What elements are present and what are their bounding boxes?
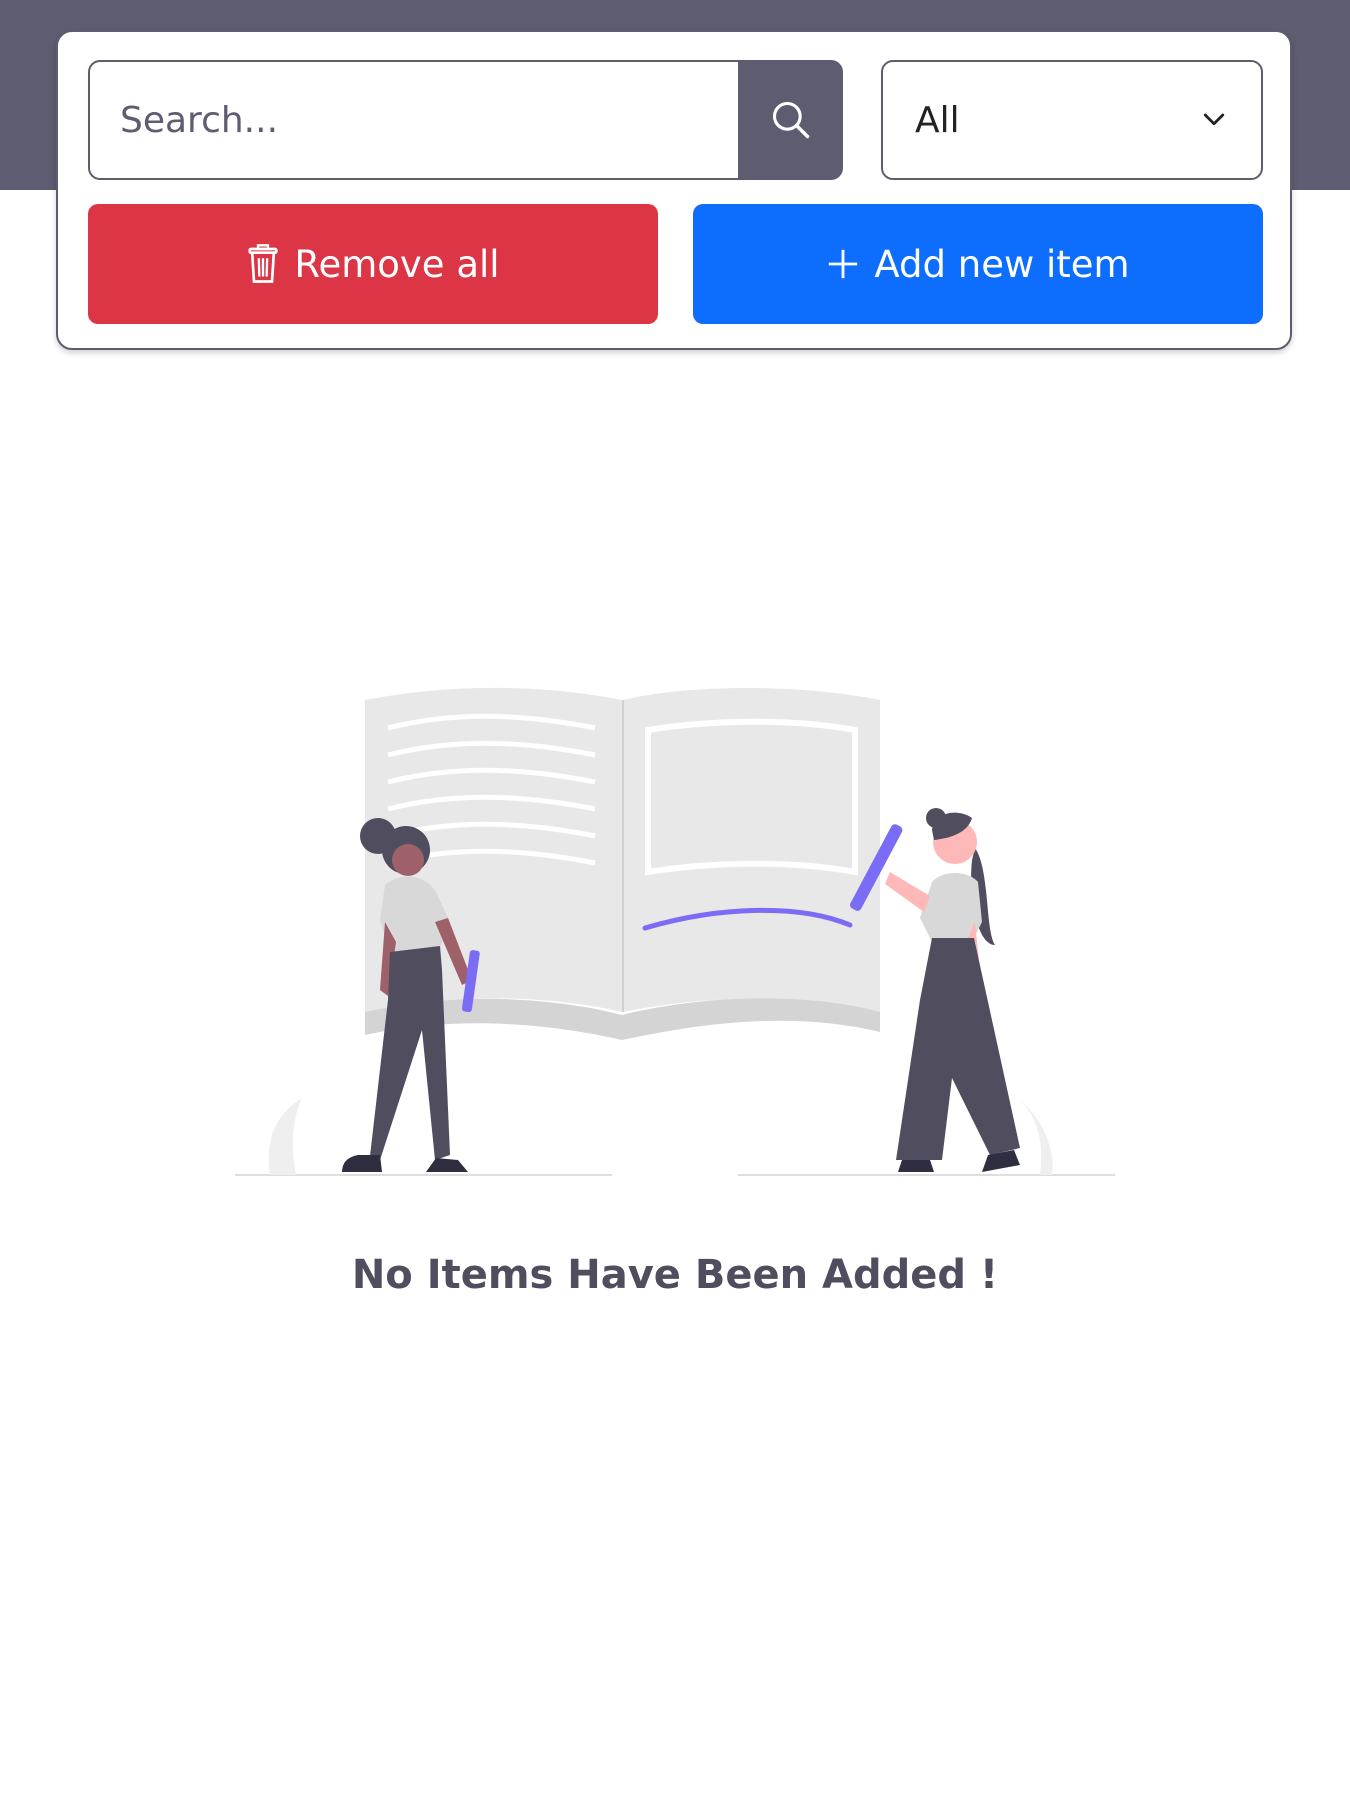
filter-selected-value: All	[915, 99, 960, 141]
chevron-down-icon	[1203, 113, 1225, 126]
search-button[interactable]	[738, 60, 843, 180]
toolbar-panel: All Remove all Add new item	[56, 30, 1292, 350]
search-group	[88, 60, 843, 180]
empty-state-message: No Items Have Been Added !	[351, 1252, 999, 1298]
filter-select[interactable]: All	[881, 60, 1263, 180]
remove-all-label: Remove all	[294, 242, 500, 286]
search-input[interactable]	[88, 60, 738, 180]
search-icon	[772, 101, 809, 139]
empty-state-illustration	[235, 687, 1115, 1176]
trash-icon	[248, 244, 279, 283]
remove-all-button[interactable]: Remove all	[88, 204, 658, 324]
add-new-item-label: Add new item	[874, 242, 1130, 286]
plus-icon	[829, 249, 858, 279]
add-new-item-button[interactable]: Add new item	[693, 204, 1263, 324]
